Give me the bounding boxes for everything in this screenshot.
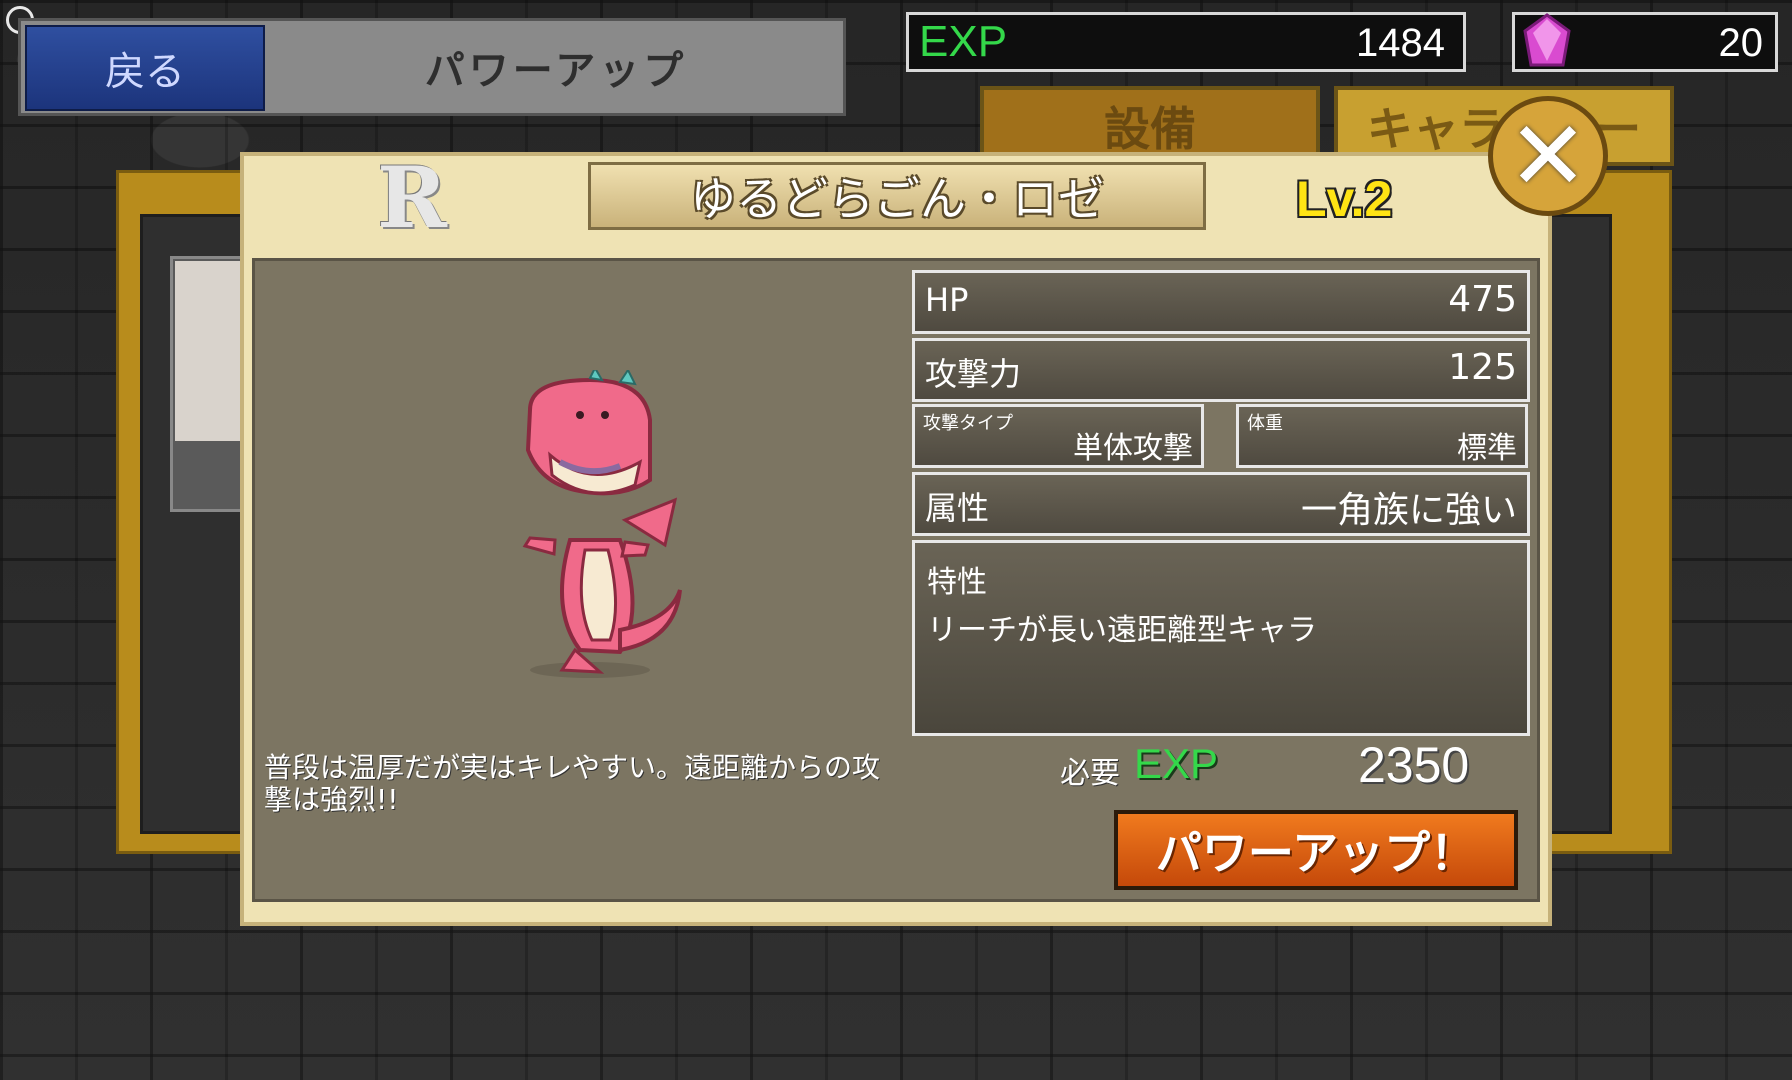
back-button[interactable]: 戻る (25, 25, 265, 111)
stat-weight-label: 体重 (1247, 413, 1283, 434)
trait-description: リーチが長い遠距離型キャラ (927, 613, 1317, 648)
required-exp-value: 2350 (1358, 737, 1470, 793)
stat-hp-label: HP (925, 281, 969, 319)
stat-attack-type-label: 攻撃タイプ (923, 413, 1013, 434)
exp-counter: EXP 1484 (906, 12, 1466, 72)
stat-weight-value: 標準 (1457, 431, 1517, 466)
stat-attribute-value: 一角族に強い (1300, 490, 1517, 531)
stat-attack: 攻撃力 125 (912, 338, 1530, 402)
exp-value: 1484 (1356, 21, 1445, 65)
stat-hp-value: 475 (1448, 279, 1517, 320)
character-level: Lv.2 (1296, 171, 1393, 227)
stat-attack-value: 125 (1448, 347, 1517, 388)
gem-counter: 20 (1512, 12, 1778, 72)
screen-title: パワーアップ (424, 48, 688, 94)
trait-label: 特性 (927, 565, 987, 600)
stat-attack-type: 攻撃タイプ 単体攻撃 (912, 404, 1204, 468)
gem-value: 20 (1718, 21, 1764, 65)
stat-attribute: 属性 一角族に強い (912, 472, 1530, 536)
exp-label: EXP (919, 17, 1008, 66)
required-exp-label: 必要 (1060, 756, 1120, 791)
gem-icon (1523, 13, 1571, 67)
character-portrait (522, 370, 682, 678)
stat-weight: 体重 標準 (1236, 404, 1528, 468)
stat-hp: HP 475 (912, 270, 1530, 334)
flavor-text: 普段は温厚だが実はキレやすい。遠距離からの攻撃は強烈!! (264, 751, 881, 816)
required-exp-unit: EXP (1134, 740, 1219, 787)
close-icon: ✕ (1507, 100, 1589, 212)
close-button[interactable]: ✕ (1488, 96, 1608, 216)
character-name: ゆるどらごん・ロゼ (588, 162, 1206, 230)
top-bar: 戻る パワーアップ (18, 18, 846, 116)
stat-attribute-label: 属性 (925, 489, 990, 527)
stat-attack-label: 攻撃力 (925, 355, 1022, 393)
trait-box: 特性 リーチが長い遠距離型キャラ (912, 540, 1530, 736)
powerup-button[interactable]: パワーアップ！ (1114, 810, 1518, 890)
rarity-badge: R (377, 148, 447, 247)
stat-attack-type-value: 単体攻撃 (1073, 431, 1193, 466)
